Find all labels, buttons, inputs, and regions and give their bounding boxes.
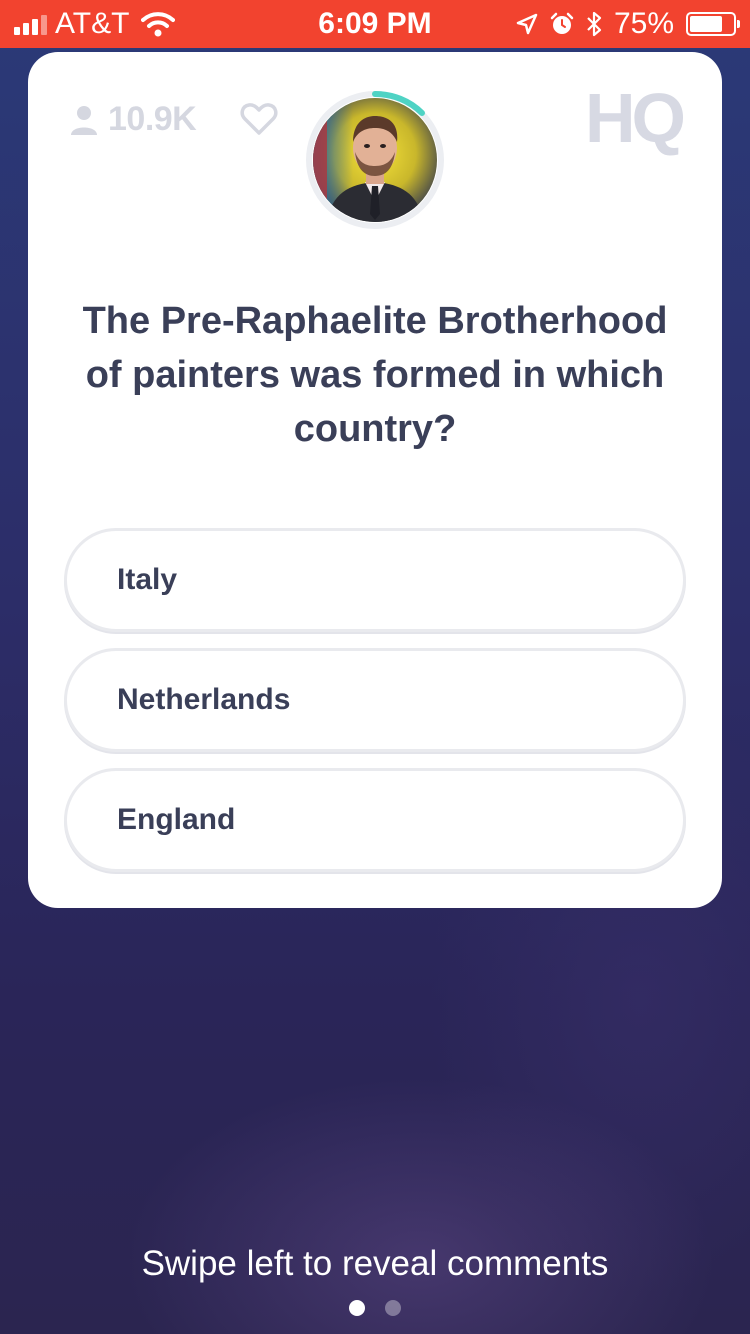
status-bar: AT&T 6:09 PM 75% xyxy=(0,0,750,48)
alarm-icon xyxy=(550,12,574,34)
answer-option-netherlands[interactable]: Netherlands xyxy=(64,648,686,752)
hq-logo: HQ xyxy=(585,79,686,157)
battery-fill xyxy=(690,16,722,32)
question-text: The Pre-Raphaelite Brotherhood of painte… xyxy=(82,300,668,450)
viewer-count: 10.9K xyxy=(70,100,197,139)
battery-percent: 75% xyxy=(613,7,674,40)
host-photo xyxy=(313,98,437,222)
heart-icon[interactable] xyxy=(240,100,278,138)
bluetooth-icon xyxy=(587,11,602,37)
answer-label: Italy xyxy=(117,563,178,596)
question-card: 10.9K HQ The Pre-Raphaelite Brotherhood … xyxy=(28,52,722,908)
host-avatar-timer xyxy=(305,90,445,230)
host-avatar xyxy=(313,98,437,222)
swipe-hint: Swipe left to reveal comments xyxy=(141,1244,609,1283)
answer-label: Netherlands xyxy=(117,683,291,716)
answer-option-england[interactable]: England xyxy=(64,768,686,872)
page-dot-2[interactable] xyxy=(385,1300,401,1316)
page-dot-1[interactable] xyxy=(349,1300,365,1316)
user-icon xyxy=(71,105,97,135)
answer-label: England xyxy=(117,803,236,836)
location-arrow-icon xyxy=(516,13,538,35)
viewer-count-label: 10.9K xyxy=(108,100,197,138)
answer-option-italy[interactable]: Italy xyxy=(64,528,686,632)
page-indicator[interactable] xyxy=(0,1300,750,1316)
status-right: 75% xyxy=(516,6,740,42)
battery-icon xyxy=(686,12,740,36)
